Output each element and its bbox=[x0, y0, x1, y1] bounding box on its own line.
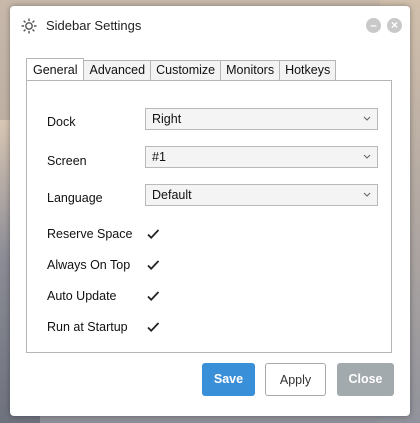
close-window-button[interactable]: × bbox=[387, 18, 402, 33]
tab-general[interactable]: General bbox=[26, 58, 85, 80]
run-at-startup-label: Run at Startup bbox=[47, 320, 128, 334]
screen-select[interactable]: #1 bbox=[145, 146, 378, 168]
dock-label: Dock bbox=[47, 115, 76, 129]
dock-value: Right bbox=[152, 112, 182, 126]
screen-label: Screen bbox=[47, 154, 87, 168]
window-title: Sidebar Settings bbox=[46, 18, 142, 33]
reserve-space-label: Reserve Space bbox=[47, 227, 133, 241]
always-on-top-checkbox[interactable] bbox=[146, 258, 160, 272]
auto-update-checkbox[interactable] bbox=[146, 289, 160, 303]
tab-customize[interactable]: Customize bbox=[150, 60, 222, 80]
tab-advanced[interactable]: Advanced bbox=[83, 60, 152, 80]
minimize-button[interactable]: – bbox=[366, 18, 381, 33]
dock-select[interactable]: Right bbox=[145, 108, 378, 130]
run-at-startup-checkbox[interactable] bbox=[146, 320, 160, 334]
chevron-down-icon bbox=[362, 111, 372, 125]
reserve-space-checkbox[interactable] bbox=[146, 227, 160, 241]
always-on-top-label: Always On Top bbox=[47, 258, 131, 272]
screen-value: #1 bbox=[152, 150, 166, 164]
title-bar[interactable]: Sidebar Settings – × bbox=[10, 6, 410, 46]
general-panel: Dock Right Screen #1 Language Default Re… bbox=[26, 80, 392, 353]
apply-button[interactable]: Apply bbox=[265, 363, 326, 396]
gear-icon bbox=[20, 17, 38, 35]
tab-hotkeys[interactable]: Hotkeys bbox=[279, 60, 337, 80]
settings-tabs: General Advanced Customize Monitors Hotk… bbox=[26, 58, 337, 80]
language-value: Default bbox=[152, 188, 192, 202]
save-button[interactable]: Save bbox=[202, 363, 255, 396]
tab-monitors[interactable]: Monitors bbox=[220, 60, 281, 80]
language-select[interactable]: Default bbox=[145, 184, 378, 206]
chevron-down-icon bbox=[362, 187, 372, 201]
chevron-down-icon bbox=[362, 149, 372, 163]
auto-update-label: Auto Update bbox=[47, 289, 117, 303]
close-button[interactable]: Close bbox=[337, 363, 394, 396]
language-label: Language bbox=[47, 191, 103, 205]
settings-window: Sidebar Settings – × General Advanced Cu… bbox=[10, 6, 410, 416]
